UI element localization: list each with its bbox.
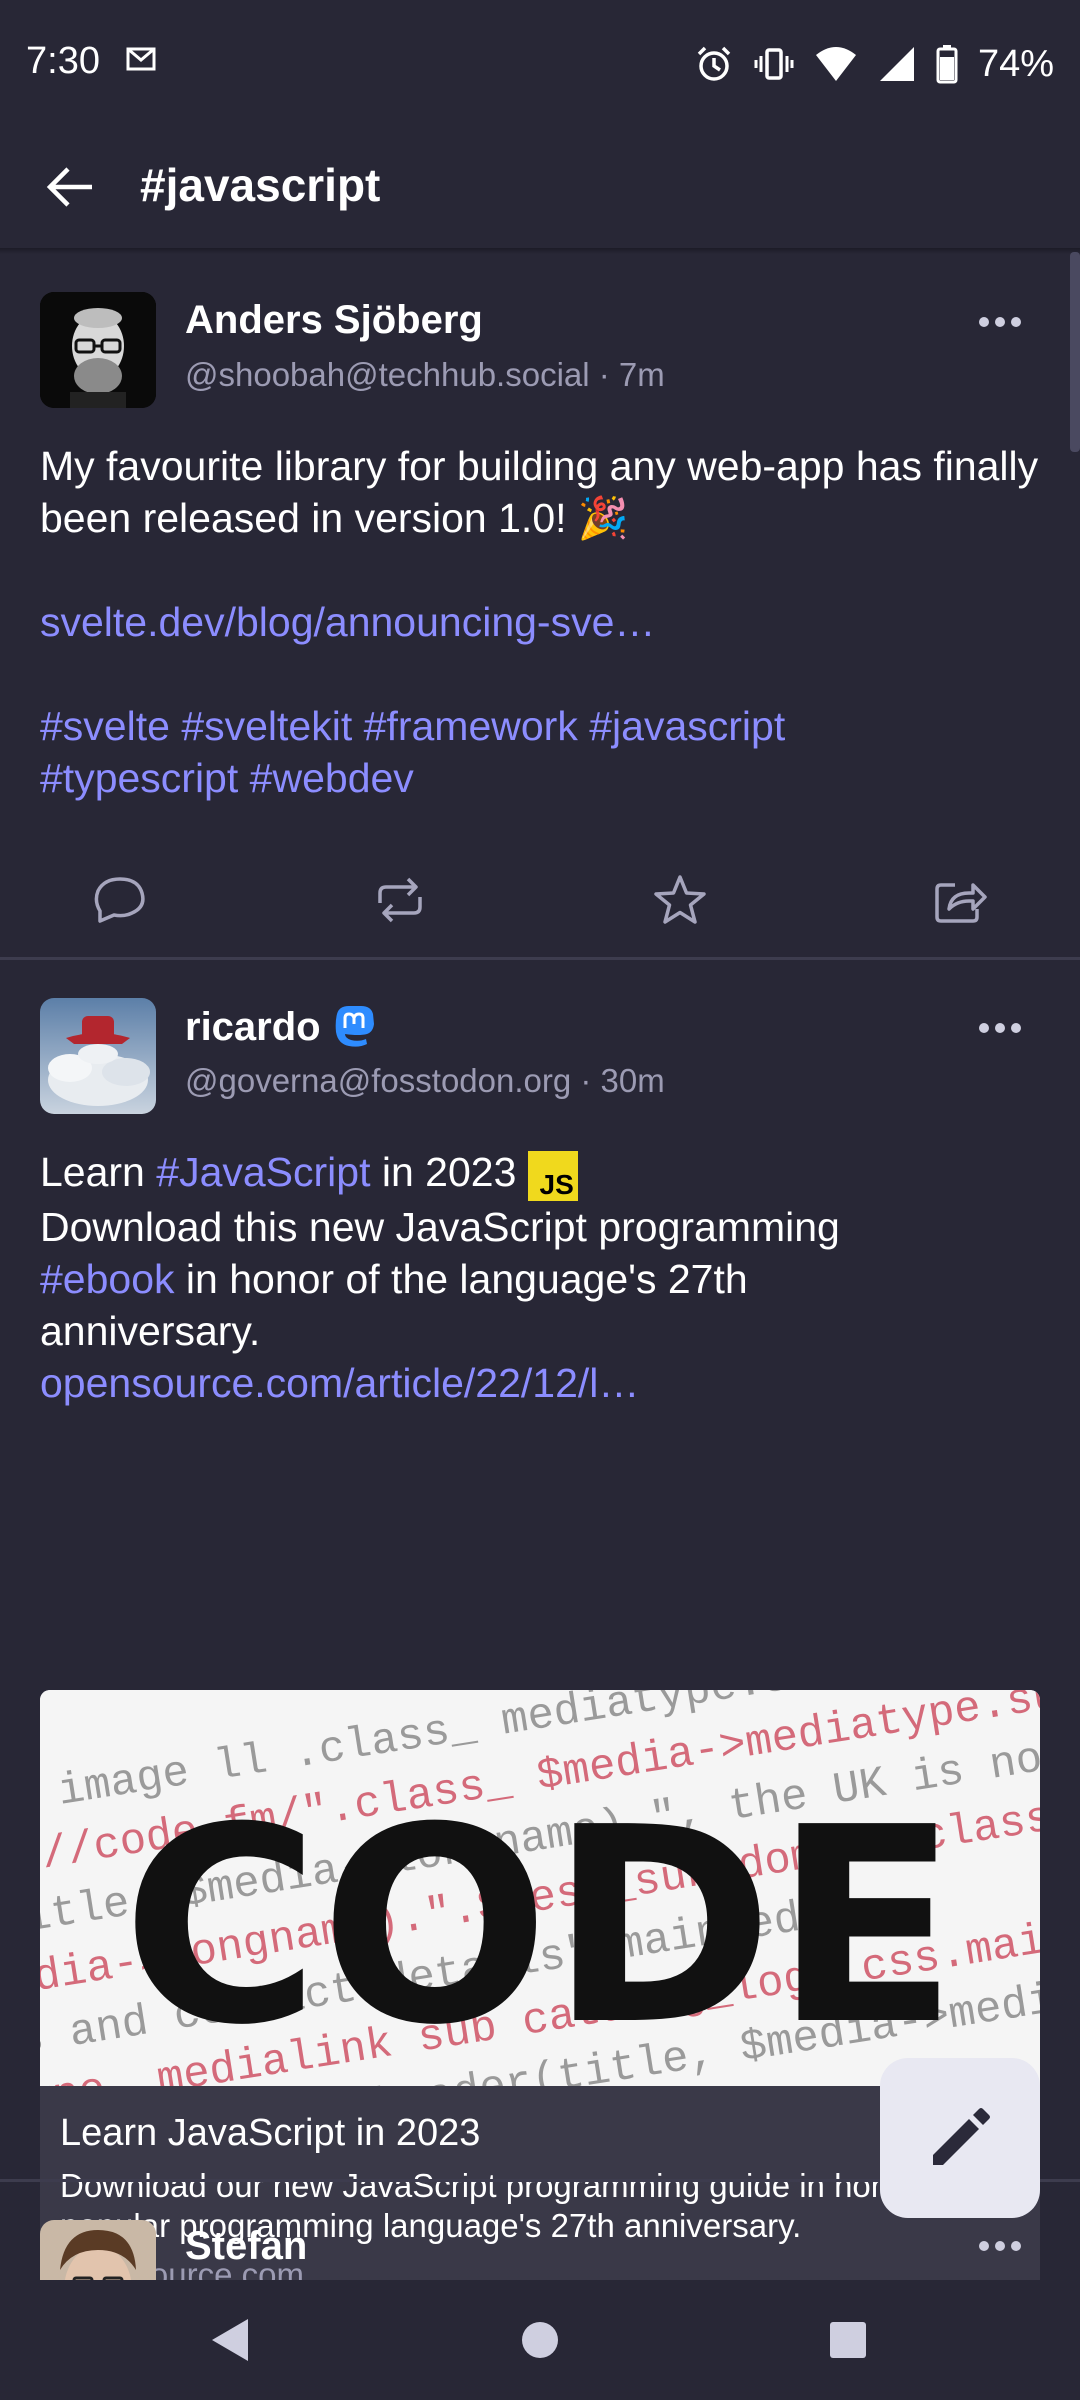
display-name[interactable]: Anders Sjöberg	[185, 298, 483, 343]
status-time: 7:30	[26, 40, 100, 82]
more-horizontal-icon	[979, 317, 1021, 327]
post-text: My favourite library for building any we…	[40, 443, 1039, 541]
hashtag-link[interactable]: #sveltekit	[181, 703, 352, 749]
battery-percentage: 74%	[977, 42, 1054, 85]
post-text: anniversary.	[40, 1308, 261, 1354]
more-horizontal-icon	[979, 2241, 1021, 2251]
scrollbar[interactable]	[1070, 252, 1080, 452]
hashtag-link[interactable]: #framework	[364, 703, 578, 749]
js-emoji: JS	[527, 1151, 578, 1201]
avatar[interactable]	[40, 292, 156, 408]
boost-button[interactable]	[360, 860, 440, 940]
signal-icon	[878, 45, 916, 83]
status-bar: 7:30 74%	[0, 0, 1080, 128]
display-name[interactable]: Stefan	[185, 2224, 307, 2269]
post-text: in honor of the language's 27th	[174, 1256, 748, 1302]
post-text: in 2023	[370, 1149, 528, 1195]
boost-icon	[378, 877, 422, 923]
nav-back-button[interactable]	[200, 2310, 260, 2370]
app-bar: #javascript	[0, 128, 1080, 250]
post-actions	[0, 860, 1080, 940]
battery-icon	[936, 44, 958, 84]
link-preview-title: Learn JavaScript in 2023	[60, 2112, 481, 2154]
post-content: My favourite library for building any we…	[40, 440, 1040, 804]
post-card[interactable]: Anders Sjöberg @shoobah@techhub.social ·…	[0, 254, 1080, 957]
square-recents-icon	[830, 2322, 866, 2358]
reply-button[interactable]	[80, 860, 160, 940]
vibrate-icon	[754, 44, 794, 84]
hashtag-link[interactable]: #javascript	[589, 703, 785, 749]
hashtag-link[interactable]: #svelte	[40, 703, 170, 749]
back-button[interactable]	[36, 152, 106, 222]
more-options-button[interactable]	[970, 2226, 1030, 2266]
post-card[interactable]: ricardo @governa@fosstodon.org · 30m Lea…	[0, 960, 1080, 2280]
link-preview-image: ew image ll .class_ mediatype.su p://cod…	[40, 1690, 1040, 2086]
share-icon	[935, 883, 987, 923]
more-options-button[interactable]	[970, 302, 1030, 342]
more-options-button[interactable]	[970, 1008, 1030, 1048]
favourite-button[interactable]	[640, 860, 720, 940]
triangle-back-icon	[212, 2319, 248, 2361]
display-name[interactable]: ricardo	[185, 1004, 377, 1050]
circle-home-icon	[522, 2322, 558, 2358]
page-title: #javascript	[140, 159, 381, 211]
star-icon	[654, 875, 706, 924]
timeline-feed[interactable]: Anders Sjöberg @shoobah@techhub.social ·…	[0, 254, 1080, 2280]
hashtag-link[interactable]: #typescript	[40, 755, 238, 801]
mastodon-icon	[335, 1006, 374, 1047]
account-handle: @shoobah@techhub.social · 7m	[185, 356, 665, 393]
avatar[interactable]	[40, 998, 156, 1114]
post-link[interactable]: svelte.dev/blog/announcing-sve…	[40, 596, 1040, 648]
compose-button[interactable]	[880, 2058, 1040, 2218]
avatar[interactable]	[40, 2220, 156, 2280]
post-link[interactable]: opensource.com/article/22/12/l…	[40, 1357, 1040, 1409]
post-content: Learn #JavaScript in 2023 JS Download th…	[40, 1146, 1040, 1409]
more-horizontal-icon	[979, 1023, 1021, 1033]
post-text: Learn	[40, 1149, 157, 1195]
hashtag-link[interactable]: #webdev	[250, 755, 414, 801]
reply-icon	[94, 877, 145, 923]
hashtag-link[interactable]: #JavaScript	[156, 1149, 370, 1195]
alarm-icon	[694, 44, 734, 84]
system-navigation-bar	[0, 2280, 1080, 2400]
display-name-text: ricardo	[185, 1004, 321, 1049]
arrow-left-icon	[46, 167, 92, 207]
hashtag-link[interactable]: #ebook	[40, 1256, 175, 1302]
account-handle: @governa@fosstodon.org · 30m	[185, 1062, 665, 1099]
nav-recents-button[interactable]	[818, 2310, 878, 2370]
share-button[interactable]	[920, 860, 1000, 940]
pencil-icon	[933, 2108, 990, 2165]
wifi-icon	[814, 45, 858, 83]
post-text: Download this new JavaScript programming	[40, 1204, 840, 1250]
nav-home-button[interactable]	[510, 2310, 570, 2370]
js-badge-text: JS	[539, 1169, 574, 1200]
mail-icon	[126, 46, 156, 72]
card-image-word: CODE	[122, 1769, 958, 2084]
